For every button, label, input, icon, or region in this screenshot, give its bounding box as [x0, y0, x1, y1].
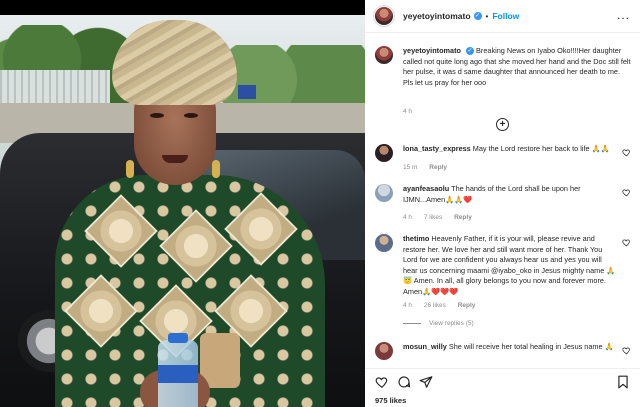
caption-username[interactable]: yeyetoyintomato [403, 46, 461, 55]
comment-icon[interactable] [397, 375, 411, 389]
photo-bottle-cap [168, 333, 188, 343]
post-header: yeyetoyintomato ✓ • Follow ... [365, 0, 640, 33]
comment-like-heart-icon[interactable] [622, 188, 631, 197]
follow-button[interactable]: Follow [492, 11, 519, 21]
view-replies-label: View replies (5) [429, 320, 474, 327]
author-username[interactable]: yeyetoyintomato [403, 11, 471, 21]
caption-text: yeyetoyintomato ✓ Breaking News on Iyabo… [403, 46, 631, 88]
likes-count[interactable]: 975 likes [375, 396, 406, 405]
comment-username[interactable]: mosun_willy [403, 342, 447, 351]
verified-icon: ✓ [473, 12, 482, 20]
bookmark-icon[interactable] [616, 375, 630, 389]
comment-body: Heavenly Father, if it is your will, ple… [403, 234, 616, 296]
photo-lace-motif [84, 194, 158, 268]
photo-bottle-label [158, 365, 198, 383]
comment-text: mosun_willy She will receive her total h… [403, 342, 618, 353]
post-photo[interactable] [0, 15, 365, 407]
view-replies-button[interactable]: View replies (5) [403, 320, 474, 327]
photo-sign [238, 85, 256, 99]
instagram-post-window: yeyetoyintomato ✓ • Follow ... yeyetoyin… [0, 0, 640, 407]
photo-lace-motif [159, 209, 233, 283]
comment-body: May the Lord restore her back to life 🙏🙏 [472, 144, 610, 153]
comment-avatar[interactable] [375, 184, 393, 202]
comment-text: thetimo Heavenly Father, if it is your w… [403, 234, 618, 298]
photo-lace-motif [224, 192, 298, 266]
photo-mouth [162, 155, 188, 163]
post-side-panel: yeyetoyintomato ✓ • Follow ... yeyetoyin… [365, 0, 640, 407]
more-options-icon[interactable]: ... [617, 9, 630, 21]
comment-avatar[interactable] [375, 342, 393, 360]
comment-avatar[interactable] [375, 144, 393, 162]
comments-scroll-area[interactable]: yeyetoyintomato ✓ Breaking News on Iyabo… [365, 34, 640, 368]
reply-button[interactable]: Reply [454, 214, 472, 221]
caption-avatar[interactable] [375, 46, 393, 64]
comment-meta: 15 m Reply [403, 164, 457, 171]
comment-time[interactable]: 4 h [403, 302, 412, 309]
photo-lace-motif [64, 274, 138, 348]
photo-fence [0, 70, 110, 105]
reply-button[interactable]: Reply [429, 164, 447, 171]
comment-meta: 4 h 7 likes Reply [403, 214, 482, 221]
comment-like-heart-icon[interactable] [622, 238, 631, 247]
verified-icon: ✓ [466, 47, 475, 56]
share-icon[interactable] [419, 375, 433, 389]
photo-earring [212, 160, 220, 178]
comment-username[interactable]: ayanfeasaolu [403, 184, 449, 193]
comment-like-heart-icon[interactable] [622, 346, 631, 355]
comment-text: lona_tasty_express May the Lord restore … [403, 144, 618, 155]
photo-eye [150, 113, 164, 118]
comment-body: She will receive her total healing in Je… [448, 342, 614, 351]
author-avatar[interactable] [375, 7, 393, 25]
comment-time[interactable]: 4 h [403, 214, 412, 221]
reply-button[interactable]: Reply [458, 302, 476, 309]
comment-like-heart-icon[interactable] [622, 148, 631, 157]
comment-likes[interactable]: 26 likes [424, 302, 446, 309]
comment-meta: 4 h 26 likes Reply [403, 302, 485, 309]
plus-circle-icon[interactable]: + [496, 118, 509, 131]
caption-time[interactable]: 4 h [403, 108, 412, 115]
header-separator: • [485, 11, 489, 21]
view-replies-line [403, 323, 421, 324]
comment-time[interactable]: 15 m [403, 164, 417, 171]
heart-icon[interactable] [375, 375, 389, 389]
comment-avatar[interactable] [375, 234, 393, 252]
comment-username[interactable]: lona_tasty_express [403, 144, 471, 153]
photo-eye [184, 113, 198, 118]
photo-headwrap [112, 20, 237, 105]
photo-person-head [112, 20, 237, 195]
comment-likes[interactable]: 7 likes [424, 214, 442, 221]
post-action-bar [365, 368, 640, 394]
photo-earring [126, 160, 134, 178]
comment-text: ayanfeasaolu The hands of the Lord shall… [403, 184, 618, 205]
comment-username[interactable]: thetimo [403, 234, 429, 243]
